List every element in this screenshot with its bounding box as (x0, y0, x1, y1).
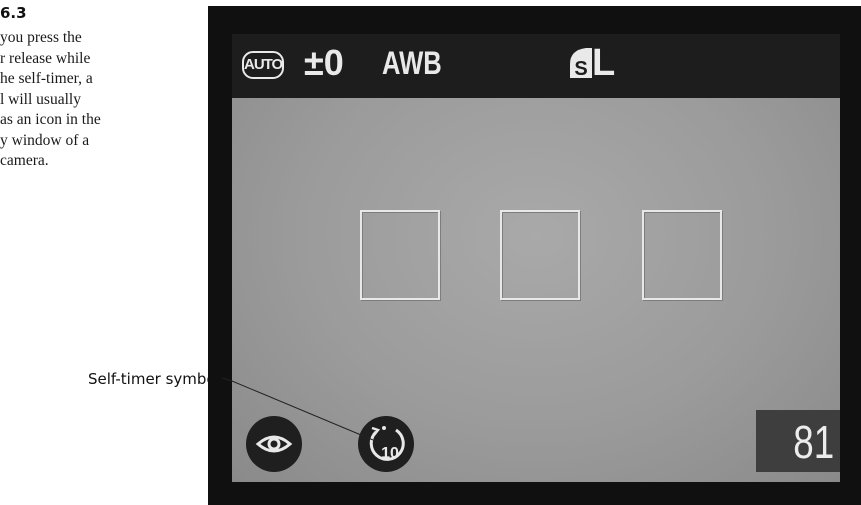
callout-label: Self-timer symbol (88, 370, 220, 388)
caption-line: you press the (0, 29, 82, 46)
lcd-status-bar: AUTO ±0 AWB S L (232, 34, 840, 98)
figure-caption: you press the r release while he self-ti… (0, 28, 200, 172)
af-frame-right (642, 210, 722, 300)
figure-label: 6.3 (0, 4, 27, 22)
image-size-indicator: L (592, 42, 616, 84)
caption-line: as an icon in the (0, 111, 101, 128)
caption-line: r release while (0, 49, 91, 67)
self-timer-icon: 10 (358, 416, 414, 472)
caption-line: he self-timer, a (0, 70, 93, 87)
white-balance-indicator: AWB (382, 45, 442, 81)
camera-lcd-photo: AUTO ±0 AWB S L 10 81 (208, 6, 861, 505)
exposure-compensation: ±0 (304, 42, 344, 83)
lcd-screen: AUTO ±0 AWB S L 10 81 (232, 34, 840, 482)
shots-remaining-box: 81 (756, 410, 840, 472)
self-timer-seconds: 10 (381, 445, 399, 462)
af-frame-center (500, 210, 580, 300)
eye-icon (246, 416, 302, 472)
af-frame-left (360, 210, 440, 300)
shots-remaining: 81 (793, 416, 834, 468)
caption-line: l will usually (0, 90, 81, 108)
auto-mode-indicator: AUTO (242, 51, 284, 79)
caption-line: camera. (0, 152, 49, 169)
caption-line: y window of a (0, 131, 90, 149)
svg-text:S: S (574, 58, 587, 80)
